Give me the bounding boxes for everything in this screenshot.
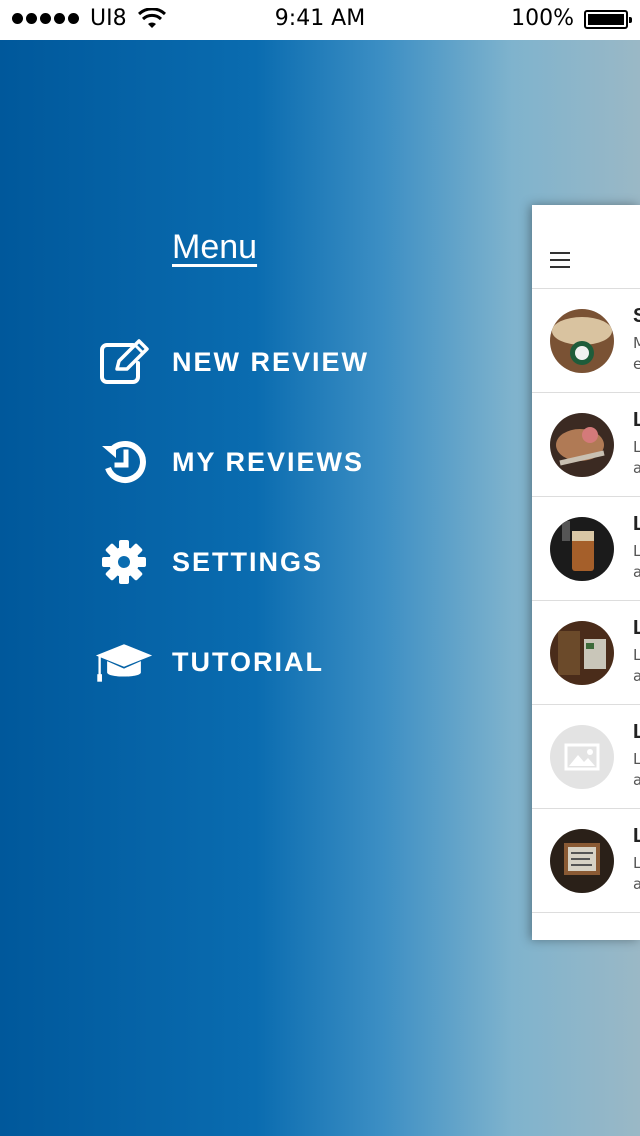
history-icon xyxy=(94,432,154,492)
list-item[interactable]: L L a xyxy=(532,393,640,497)
list-item[interactable]: L L a xyxy=(532,705,640,809)
status-bar: UI8 9:41 AM 100% xyxy=(0,0,640,40)
item-title: L xyxy=(633,721,640,743)
graduation-cap-icon xyxy=(94,632,154,692)
item-title: L xyxy=(633,513,640,535)
list-item[interactable]: L L a xyxy=(532,809,640,913)
preview-toolbar xyxy=(532,205,640,289)
item-subtitle: e xyxy=(633,355,640,373)
thumbnail-menu-board xyxy=(550,829,614,893)
hamburger-menu-icon[interactable] xyxy=(550,252,570,273)
item-subtitle: L xyxy=(633,750,640,768)
menu-item-label: SETTINGS xyxy=(172,546,324,577)
thumbnail-coffee xyxy=(550,309,614,373)
gear-icon xyxy=(94,532,154,592)
item-subtitle: M xyxy=(633,334,640,352)
item-subtitle: L xyxy=(633,438,640,456)
item-title: L xyxy=(633,825,640,847)
menu-item-settings[interactable]: SETTINGS xyxy=(94,532,434,592)
thumbnail-market xyxy=(550,621,614,685)
battery-percent: 100% xyxy=(511,6,574,31)
menu-item-label: MY REVIEWS xyxy=(172,446,365,477)
item-subtitle: a xyxy=(633,459,640,477)
menu-item-label: TUTORIAL xyxy=(172,646,324,677)
list-item[interactable]: S M e xyxy=(532,289,640,393)
menu-item-my-reviews[interactable]: MY REVIEWS xyxy=(94,432,434,492)
thumbnail-drink xyxy=(550,517,614,581)
item-title: L xyxy=(633,617,640,639)
menu-item-tutorial[interactable]: TUTORIAL xyxy=(94,632,434,692)
image-placeholder-icon xyxy=(550,725,614,789)
menu-item-new-review[interactable]: NEW REVIEW xyxy=(94,332,434,392)
item-subtitle: a xyxy=(633,771,640,789)
item-subtitle: L xyxy=(633,646,640,664)
list-item[interactable]: L L a xyxy=(532,601,640,705)
menu-item-label: NEW REVIEW xyxy=(172,346,370,377)
battery-icon xyxy=(584,10,632,29)
menu-title: Menu xyxy=(172,228,258,266)
item-subtitle: a xyxy=(633,563,640,581)
item-subtitle: L xyxy=(633,854,640,872)
item-title: L xyxy=(633,409,640,431)
item-subtitle: a xyxy=(633,667,640,685)
main-content-preview[interactable]: S M e L L a L L a L L a L L a L L a xyxy=(532,205,640,940)
edit-icon xyxy=(94,332,154,392)
thumbnail-food xyxy=(550,413,614,477)
item-subtitle: a xyxy=(633,875,640,893)
item-title: S xyxy=(633,305,640,327)
list-item[interactable]: L L a xyxy=(532,497,640,601)
item-subtitle: L xyxy=(633,542,640,560)
